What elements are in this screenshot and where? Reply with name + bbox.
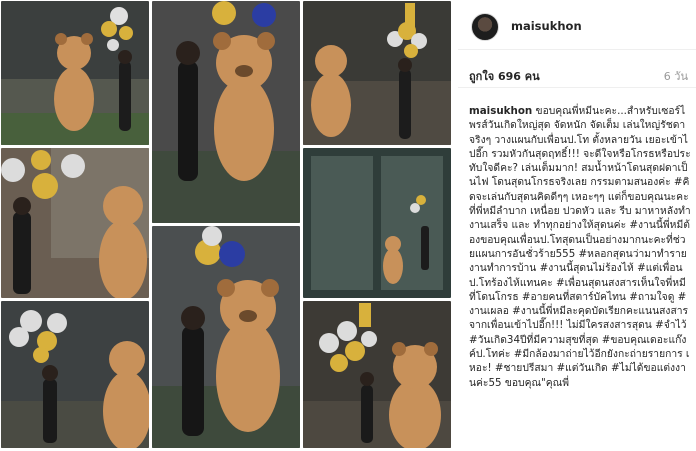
photo-1-image — [1, 1, 149, 145]
photo-tile-8[interactable] — [303, 301, 451, 448]
photo-6-image — [303, 148, 451, 298]
photo-tile-3[interactable] — [303, 1, 451, 145]
caption-text: ขอบคุณพี่หมีนะคะ...สำหรับเซอร์ไพรส์วันเก… — [469, 105, 691, 389]
photo-collage[interactable] — [0, 0, 458, 451]
post-header: maisukhon — [458, 0, 696, 50]
post-sidebar: maisukhon ถูกใจ 696 คน 6 วัน maisukhon ข… — [458, 0, 696, 451]
photo-tile-4[interactable] — [1, 148, 149, 298]
post-stats: ถูกใจ 696 คน 6 วัน — [458, 62, 696, 88]
photo-7-image — [1, 301, 149, 448]
photo-tile-1[interactable] — [1, 1, 149, 145]
photo-tile-2[interactable] — [152, 1, 300, 223]
photo-tile-7[interactable] — [1, 301, 149, 448]
avatar[interactable] — [471, 13, 499, 41]
username-link[interactable]: maisukhon — [511, 19, 582, 33]
caption-username[interactable]: maisukhon — [469, 105, 532, 117]
post-timestamp[interactable]: 6 วัน — [664, 67, 688, 85]
photo-8-image — [303, 301, 451, 448]
photo-4-image — [1, 148, 149, 298]
likes-count[interactable]: ถูกใจ 696 คน — [469, 67, 540, 85]
photo-2-image — [152, 1, 300, 223]
photo-3-image — [303, 1, 451, 145]
post-caption: maisukhon ขอบคุณพี่หมีนะคะ...สำหรับเซอร์… — [469, 104, 691, 390]
photo-tile-6[interactable] — [303, 148, 451, 298]
photo-tile-5[interactable] — [152, 226, 300, 448]
photo-5-image — [152, 226, 300, 448]
